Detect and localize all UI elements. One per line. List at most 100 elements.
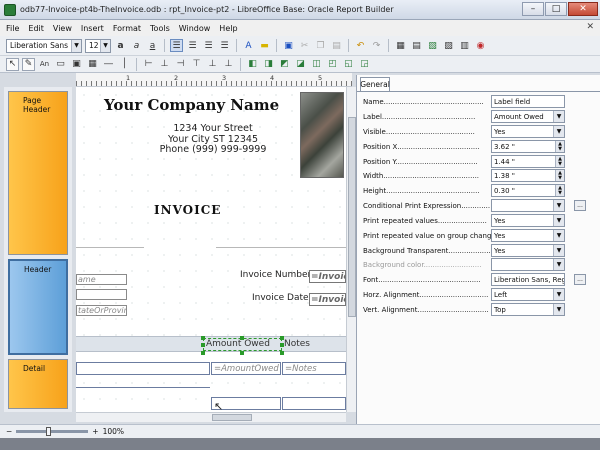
property-value[interactable]: Top ▼ bbox=[491, 303, 565, 316]
horizontal-scrollbar[interactable] bbox=[76, 412, 346, 422]
zoom-slider-knob[interactable] bbox=[46, 427, 52, 436]
invoice-date-field[interactable]: =Invoic bbox=[309, 293, 346, 306]
vertical-line-icon[interactable]: │ bbox=[118, 58, 131, 71]
phone-label[interactable]: Phone (999) 999-9999 bbox=[138, 144, 288, 155]
chevron-down-icon[interactable]: ▼ bbox=[553, 304, 564, 315]
address-field[interactable] bbox=[76, 289, 127, 300]
shrink-height-icon[interactable]: ◨ bbox=[262, 58, 275, 71]
invoice-number-field[interactable]: =Invoic bbox=[309, 270, 346, 283]
report-canvas[interactable]: Your Company Name 1234 Your Street Your … bbox=[76, 87, 346, 412]
help-icon[interactable]: ◉ bbox=[474, 39, 487, 52]
property-value[interactable]: 3.62 " ▲ ▼ bbox=[491, 140, 565, 153]
resize-handle[interactable] bbox=[280, 336, 284, 340]
resize-handle[interactable] bbox=[201, 351, 205, 355]
property-value[interactable]: 0.30 " ▲ ▼ bbox=[491, 184, 565, 197]
close-window-button[interactable]: ✕ bbox=[568, 2, 598, 16]
font-color-icon[interactable]: A bbox=[242, 39, 255, 52]
menu-format[interactable]: Format bbox=[113, 24, 141, 33]
align-left-edge-icon[interactable]: ⊢ bbox=[142, 58, 155, 71]
chevron-down-icon[interactable]: ▼ bbox=[553, 111, 564, 122]
property-value[interactable]: Yes ▼ bbox=[491, 244, 565, 257]
amount-owed-field[interactable]: =AmountOwed bbox=[211, 362, 281, 375]
invoice-date-label[interactable]: Invoice Date: bbox=[252, 293, 312, 303]
resize-handle[interactable] bbox=[280, 343, 284, 347]
italic-icon[interactable]: a bbox=[130, 39, 143, 52]
resize-handle[interactable] bbox=[201, 336, 205, 340]
align-bottom-icon[interactable]: ⊥ bbox=[222, 58, 235, 71]
notes-field[interactable]: =Notes bbox=[282, 362, 346, 375]
section-page-header[interactable]: Page Header bbox=[8, 91, 68, 255]
resize-handle[interactable] bbox=[240, 336, 244, 340]
scroll-thumb[interactable] bbox=[212, 414, 252, 421]
zoom-in-icon[interactable]: + bbox=[92, 427, 98, 436]
properties-icon[interactable]: ▨ bbox=[442, 39, 455, 52]
property-value[interactable]: Liberation Sans, Regula bbox=[491, 273, 565, 286]
detail-box-lower[interactable] bbox=[282, 397, 346, 410]
object-resize-icon[interactable]: ◪ bbox=[294, 58, 307, 71]
save-icon[interactable]: ▣ bbox=[282, 39, 295, 52]
image-icon[interactable]: ▣ bbox=[70, 58, 83, 71]
shrink-both-icon[interactable]: ◩ bbox=[278, 58, 291, 71]
shrink-width-icon[interactable]: ◧ bbox=[246, 58, 259, 71]
property-value[interactable]: ▼ bbox=[491, 199, 565, 212]
align-center-icon[interactable]: ☰ bbox=[186, 39, 199, 52]
maximize-button[interactable]: □ bbox=[545, 2, 567, 16]
align-top-icon[interactable]: ⊤ bbox=[190, 58, 203, 71]
menu-window[interactable]: Window bbox=[179, 24, 211, 33]
undo-icon[interactable]: ↶ bbox=[354, 39, 367, 52]
chevron-down-icon[interactable]: ▼ bbox=[553, 230, 564, 241]
highlight-color-icon[interactable]: ▬ bbox=[258, 39, 271, 52]
edit-tool-icon[interactable]: ✎ bbox=[22, 57, 35, 71]
menu-tools[interactable]: Tools bbox=[150, 24, 170, 33]
menu-file[interactable]: File bbox=[6, 24, 19, 33]
align-right-edge-icon[interactable]: ⊣ bbox=[174, 58, 187, 71]
property-value[interactable]: 1.44 " ▲ ▼ bbox=[491, 155, 565, 168]
notes-header-label[interactable]: Notes bbox=[284, 339, 310, 349]
section-shrink-bottom-icon[interactable]: ◲ bbox=[358, 58, 371, 71]
chevron-down-icon[interactable]: ▼ bbox=[553, 215, 564, 226]
spin-button-icon[interactable]: ▲ ▼ bbox=[555, 185, 564, 196]
scroll-thumb[interactable] bbox=[348, 117, 356, 317]
paste-icon[interactable]: ▤ bbox=[330, 39, 343, 52]
property-value[interactable]: Left ▼ bbox=[491, 288, 565, 301]
company-image[interactable] bbox=[300, 92, 344, 178]
sorting-grouping-icon[interactable]: ▤ bbox=[410, 39, 423, 52]
customer-name-field[interactable]: ame bbox=[76, 274, 127, 285]
align-middle-icon[interactable]: ⊥ bbox=[206, 58, 219, 71]
resize-handle[interactable] bbox=[280, 351, 284, 355]
chevron-down-icon[interactable]: ▼ bbox=[71, 39, 81, 52]
property-value[interactable]: Amount Owed ▼ bbox=[491, 110, 565, 123]
menu-edit[interactable]: Edit bbox=[28, 24, 44, 33]
detail-first-field[interactable] bbox=[76, 362, 210, 375]
vertical-scrollbar[interactable] bbox=[346, 87, 356, 412]
property-value[interactable]: Yes ▼ bbox=[491, 125, 565, 138]
invoice-title-label[interactable]: INVOICE bbox=[154, 203, 221, 217]
section-header[interactable]: Header bbox=[8, 259, 68, 355]
align-left-icon[interactable]: ☰ bbox=[170, 39, 183, 52]
chevron-down-icon[interactable]: ▼ bbox=[553, 289, 564, 300]
horizontal-line-icon[interactable]: ― bbox=[102, 58, 115, 71]
menu-insert[interactable]: Insert bbox=[81, 24, 104, 33]
section-shrink-icon[interactable]: ◰ bbox=[326, 58, 339, 71]
chevron-down-icon[interactable]: ▼ bbox=[553, 200, 564, 211]
chevron-down-icon[interactable]: ▼ bbox=[553, 259, 564, 270]
property-value[interactable]: Label field bbox=[491, 95, 565, 108]
menu-help[interactable]: Help bbox=[219, 24, 237, 33]
add-field-icon[interactable]: ▧ bbox=[426, 39, 439, 52]
property-value[interactable]: Yes ▼ bbox=[491, 214, 565, 227]
chart-icon[interactable]: ▦ bbox=[86, 58, 99, 71]
property-value[interactable]: ▼ bbox=[491, 258, 565, 271]
chevron-down-icon[interactable]: ▼ bbox=[553, 126, 564, 137]
ellipsis-button[interactable]: ... bbox=[574, 200, 586, 211]
report-navigator-icon[interactable]: ▦ bbox=[394, 39, 407, 52]
font-name-combo[interactable]: Liberation Sans ▼ bbox=[6, 38, 82, 53]
object-align-icon[interactable]: ◫ bbox=[310, 58, 323, 71]
copy-icon[interactable]: ❐ bbox=[314, 39, 327, 52]
zoom-level[interactable]: 100% bbox=[103, 427, 124, 436]
property-value[interactable]: Yes ▼ bbox=[491, 229, 565, 242]
minimize-button[interactable]: – bbox=[522, 2, 544, 16]
font-size-combo[interactable]: 12 ▼ bbox=[85, 38, 111, 53]
zoom-out-icon[interactable]: − bbox=[6, 427, 12, 436]
chevron-down-icon[interactable]: ▼ bbox=[100, 39, 110, 52]
align-center-h-icon[interactable]: ⊥ bbox=[158, 58, 171, 71]
